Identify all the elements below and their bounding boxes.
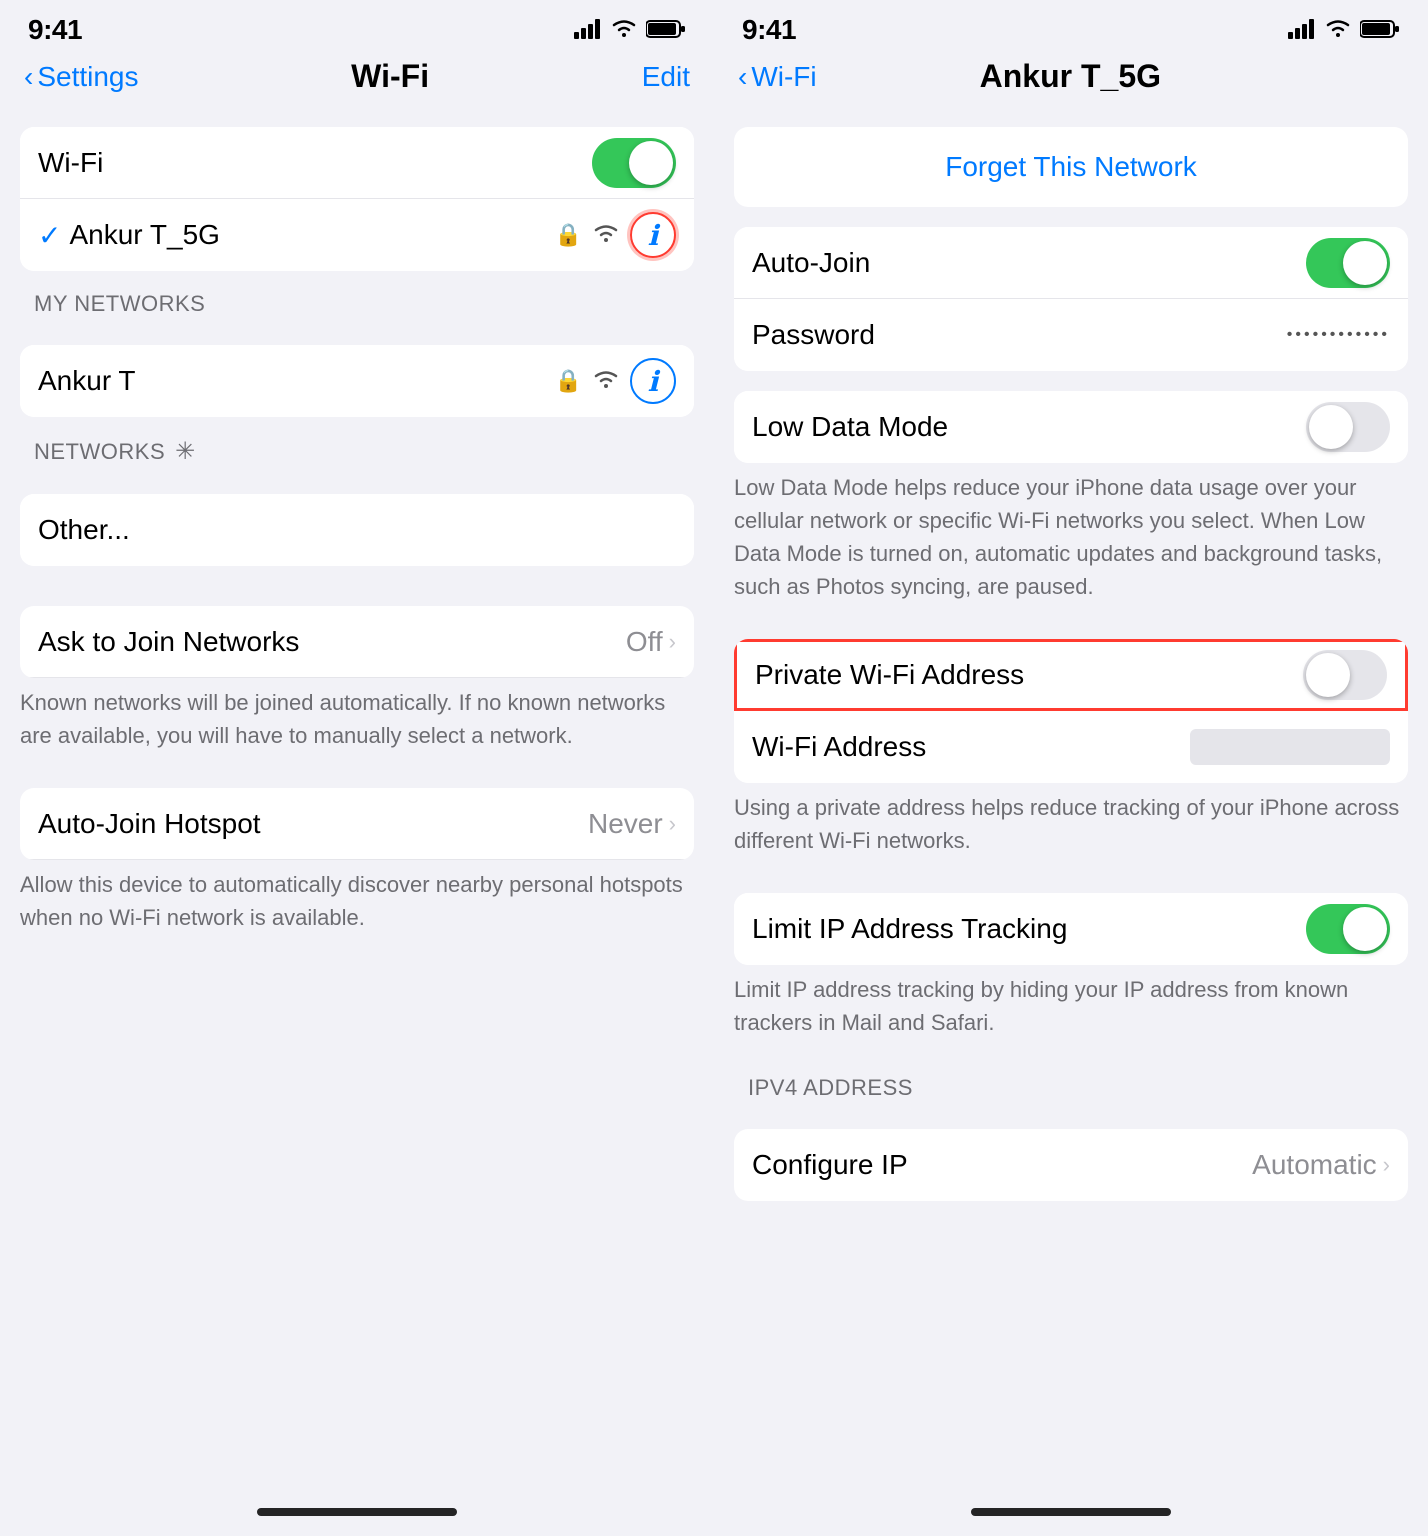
battery-icon	[646, 15, 686, 46]
ask-join-label: Ask to Join Networks	[38, 626, 626, 658]
wifi-status-icon	[610, 15, 638, 46]
configure-ip-value: Automatic ›	[1252, 1149, 1390, 1181]
configure-ip-row[interactable]: Configure IP Automatic ›	[734, 1129, 1408, 1201]
auto-join-label: Auto-Join	[752, 247, 1306, 279]
checkmark-icon: ✓	[38, 219, 61, 252]
back-wifi-label: Wi-Fi	[751, 61, 816, 93]
edit-button[interactable]: Edit	[642, 61, 690, 93]
status-icons-right	[1288, 15, 1400, 46]
auto-join-password-section: Auto-Join Password ••••••••••••	[734, 227, 1408, 371]
time-right: 9:41	[742, 14, 796, 46]
configure-ip-label: Configure IP	[752, 1149, 1252, 1181]
loading-spinner: ✳	[175, 437, 196, 466]
network-icons: 🔒 ℹ	[555, 212, 676, 258]
low-data-section: Low Data Mode	[734, 391, 1408, 463]
auto-join-toggle[interactable]	[1306, 238, 1390, 288]
my-network-row[interactable]: Ankur T 🔒 ℹ	[20, 345, 694, 417]
auto-join-row[interactable]: Auto-Join	[734, 227, 1408, 299]
page-title-right: Ankur T_5G	[980, 58, 1161, 95]
password-label: Password	[752, 319, 1287, 351]
networks-section: Other...	[20, 494, 694, 566]
chevron-left-icon: ‹	[24, 61, 33, 93]
low-data-description: Low Data Mode helps reduce your iPhone d…	[714, 463, 1428, 619]
back-label: Settings	[37, 61, 138, 93]
low-data-toggle[interactable]	[1306, 402, 1390, 452]
signal-icon	[574, 15, 602, 46]
configure-ip-chevron: ›	[1383, 1152, 1390, 1178]
private-wifi-label: Private Wi-Fi Address	[755, 659, 1303, 691]
my-network-name: Ankur T	[38, 365, 555, 397]
right-panel: 9:41	[714, 0, 1428, 1536]
ask-join-section: Ask to Join Networks Off ›	[20, 606, 694, 678]
ask-join-value: Off ›	[626, 626, 676, 658]
wifi-address-row: Wi-Fi Address	[734, 711, 1408, 783]
auto-join-hotspot-row[interactable]: Auto-Join Hotspot Never ›	[20, 788, 694, 860]
private-wifi-toggle[interactable]	[1303, 650, 1387, 700]
wifi-toggle-section: Wi-Fi ✓ Ankur T_5G 🔒 ℹ	[20, 127, 694, 271]
chevron-icon: ›	[669, 629, 676, 655]
signal-icon-right	[1288, 15, 1316, 46]
wifi-address-bar	[1190, 729, 1390, 765]
wifi-toggle-row[interactable]: Wi-Fi	[20, 127, 694, 199]
status-bar-left: 9:41	[0, 0, 714, 54]
networks-label: NETWORKS ✳	[0, 417, 714, 474]
wifi-status-icon-right	[1324, 15, 1352, 46]
nav-bar-right: ‹ Wi-Fi Ankur T_5G	[714, 54, 1428, 107]
my-network-icons: 🔒 ℹ	[555, 358, 676, 404]
other-networks-row[interactable]: Other...	[20, 494, 694, 566]
low-data-label: Low Data Mode	[752, 411, 1306, 443]
lock-icon-2: 🔒	[555, 368, 582, 394]
auto-join-description: Allow this device to automatically disco…	[0, 860, 714, 950]
home-indicator-left	[257, 1508, 457, 1516]
wifi-label: Wi-Fi	[38, 147, 592, 179]
status-icons-left	[574, 15, 686, 46]
my-network-info-button[interactable]: ℹ	[630, 358, 676, 404]
ask-join-description: Known networks will be joined automatica…	[0, 678, 714, 768]
password-row[interactable]: Password ••••••••••••	[734, 299, 1408, 371]
wifi-address-label: Wi-Fi Address	[752, 731, 1190, 763]
home-indicator-right	[971, 1508, 1171, 1516]
limit-ip-row[interactable]: Limit IP Address Tracking	[734, 893, 1408, 965]
page-title-left: Wi-Fi	[351, 58, 429, 95]
auto-join-hotspot-section: Auto-Join Hotspot Never ›	[20, 788, 694, 860]
other-label: Other...	[38, 514, 676, 546]
private-wifi-row[interactable]: Private Wi-Fi Address	[734, 639, 1408, 711]
auto-join-hotspot-value: Never ›	[588, 808, 676, 840]
limit-ip-description: Limit IP address tracking by hiding your…	[714, 965, 1428, 1055]
join-settings-section: Ask to Join Networks Off › Known network…	[0, 586, 714, 950]
network-info-button[interactable]: ℹ	[630, 212, 676, 258]
my-networks-section: Ankur T 🔒 ℹ	[20, 345, 694, 417]
lock-icon: 🔒	[555, 222, 582, 248]
time-left: 9:41	[28, 14, 82, 46]
connected-network-label: Ankur T_5G	[69, 219, 554, 251]
nav-bar-left: ‹ Settings Wi-Fi Edit	[0, 54, 714, 107]
chevron-icon-2: ›	[669, 811, 676, 837]
back-wifi-button[interactable]: ‹ Wi-Fi	[738, 61, 817, 93]
back-settings-button[interactable]: ‹ Settings	[24, 61, 139, 93]
private-address-description: Using a private address helps reduce tra…	[714, 783, 1428, 873]
ipv4-section-label: IPV4 ADDRESS	[714, 1055, 1428, 1109]
password-dots: ••••••••••••	[1287, 326, 1390, 344]
my-networks-label: MY NETWORKS	[0, 271, 714, 325]
private-wifi-section: Private Wi-Fi Address Wi-Fi Address	[734, 639, 1408, 783]
wifi-icon-2	[592, 368, 620, 395]
low-data-row[interactable]: Low Data Mode	[734, 391, 1408, 463]
wifi-toggle[interactable]	[592, 138, 676, 188]
limit-ip-toggle[interactable]	[1306, 904, 1390, 954]
limit-ip-section: Limit IP Address Tracking	[734, 893, 1408, 965]
configure-ip-section: Configure IP Automatic ›	[734, 1129, 1408, 1201]
chevron-left-icon-right: ‹	[738, 61, 747, 93]
wifi-strength-icon	[592, 222, 620, 249]
limit-ip-label: Limit IP Address Tracking	[752, 913, 1306, 945]
connected-network-row[interactable]: ✓ Ankur T_5G 🔒 ℹ	[20, 199, 694, 271]
auto-join-hotspot-label: Auto-Join Hotspot	[38, 808, 588, 840]
forget-network-button[interactable]: Forget This Network	[734, 127, 1408, 207]
forget-section: Forget This Network	[734, 127, 1408, 207]
battery-icon-right	[1360, 15, 1400, 46]
left-panel: 9:41	[0, 0, 714, 1536]
status-bar-right: 9:41	[714, 0, 1428, 54]
ask-join-row[interactable]: Ask to Join Networks Off ›	[20, 606, 694, 678]
